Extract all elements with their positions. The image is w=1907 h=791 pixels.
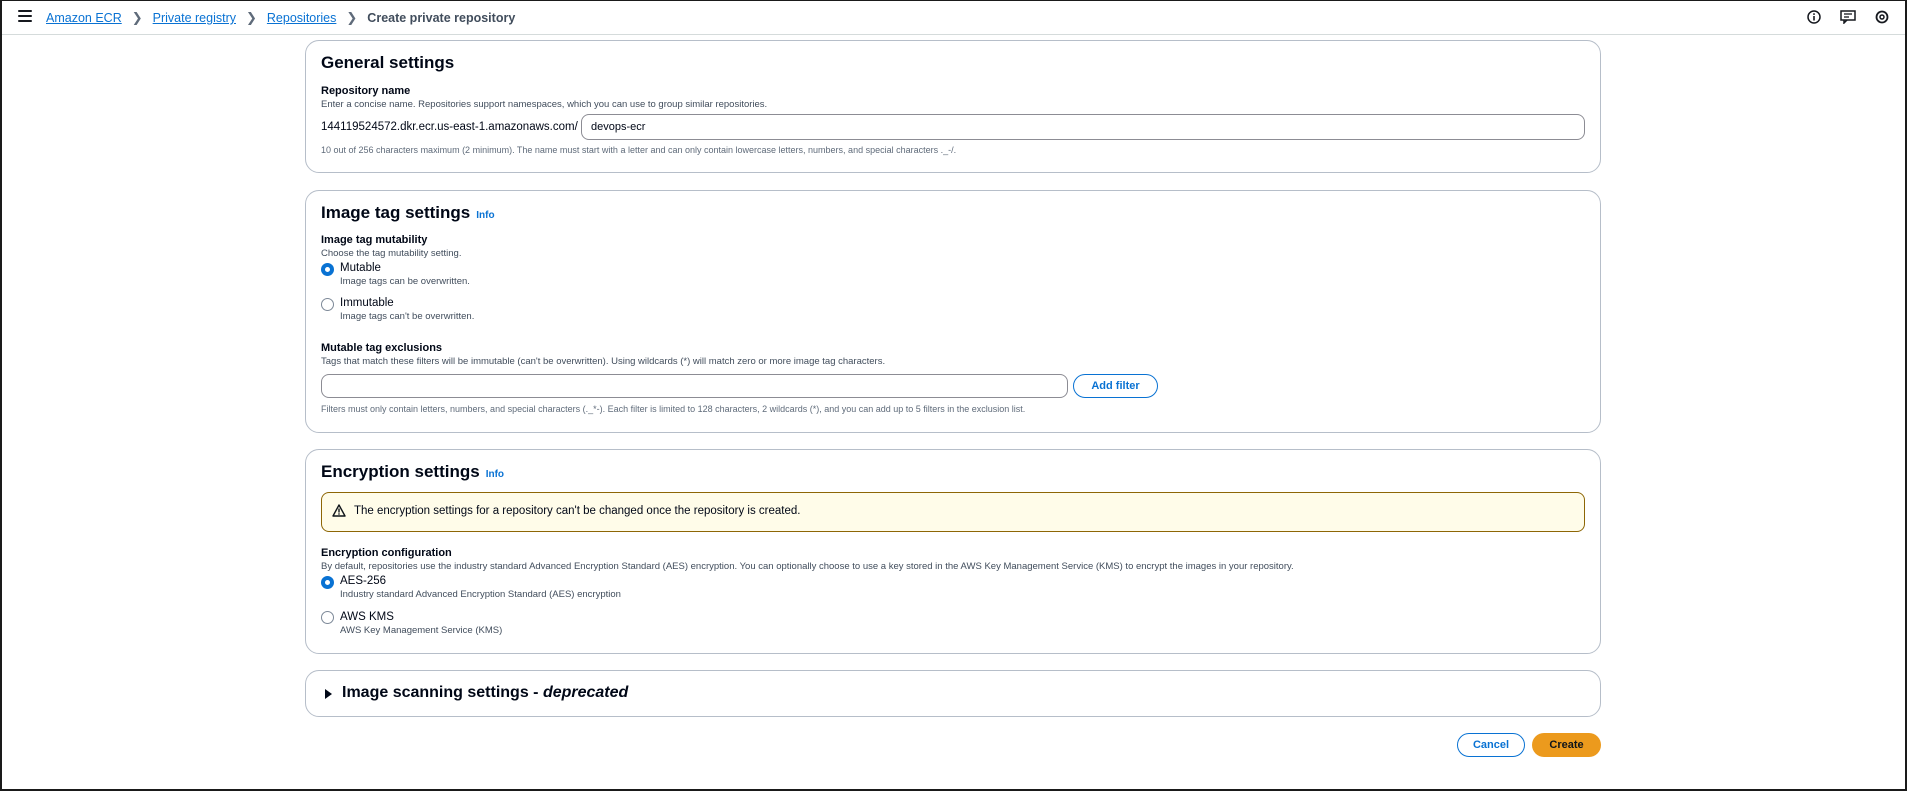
breadcrumb-repositories[interactable]: Repositories (267, 11, 336, 25)
mutable-description: Image tags can be overwritten. (340, 276, 470, 287)
tag-exclusions-description: Tags that match these filters will be im… (321, 356, 886, 367)
image-tag-settings-panel: Image tag settings Info Image tag mutabi… (305, 190, 1601, 433)
aws-kms-label: AWS KMS (340, 611, 394, 623)
caret-right-icon[interactable] (325, 689, 332, 699)
registry-uri-prefix: 144119524572.dkr.ecr.us-east-1.amazonaws… (321, 121, 578, 133)
aes-256-radio[interactable] (321, 576, 334, 589)
add-filter-button[interactable]: Add filter (1073, 374, 1158, 398)
tag-mutability-label: Image tag mutability (321, 234, 428, 246)
breadcrumb-current: Create private repository (367, 11, 516, 25)
repository-name-input[interactable] (581, 114, 1585, 140)
mutable-label: Mutable (340, 262, 381, 274)
image-scanning-title-text: Image scanning settings - (342, 684, 543, 701)
chevron-right-icon: ❯ (131, 10, 143, 25)
tag-filter-input[interactable] (321, 374, 1068, 398)
immutable-description: Image tags can't be overwritten. (340, 311, 475, 322)
encryption-warning-text: The encryption settings for a repository… (354, 505, 801, 517)
breadcrumb-private-registry[interactable]: Private registry (153, 11, 236, 25)
encryption-settings-panel: Encryption settings Info The encryption … (305, 449, 1601, 654)
general-settings-panel: General settings Repository name Enter a… (305, 40, 1601, 173)
aes-256-description: Industry standard Advanced Encryption St… (340, 589, 621, 600)
chevron-right-icon: ❯ (246, 10, 257, 25)
cancel-button[interactable]: Cancel (1457, 733, 1525, 757)
immutable-label: Immutable (340, 297, 394, 309)
immutable-radio[interactable] (321, 298, 334, 311)
image-tag-settings-header: Image tag settings Info (321, 203, 495, 223)
tag-exclusions-label: Mutable tag exclusions (321, 342, 443, 354)
breadcrumb-amazon-ecr[interactable]: Amazon ECR (46, 11, 122, 25)
create-button[interactable]: Create (1532, 733, 1601, 757)
breadcrumb: Amazon ECR ❯ Private registry ❯ Reposito… (46, 10, 515, 26)
deprecated-label: deprecated (542, 684, 629, 701)
image-scanning-panel[interactable]: Image scanning settings - deprecated (305, 670, 1601, 717)
top-navigation-bar: Amazon ECR ❯ Private registry ❯ Reposito… (0, 0, 1907, 35)
chevron-right-icon: ❯ (346, 10, 358, 25)
encryption-info-link[interactable]: Info (486, 469, 504, 480)
general-settings-title: General settings (321, 53, 455, 72)
encryption-settings-header: Encryption settings Info (321, 462, 504, 482)
top-icons (1805, 8, 1891, 26)
feedback-icon[interactable] (1839, 8, 1857, 26)
aws-kms-description: AWS Key Management Service (KMS) (340, 625, 503, 636)
warning-icon (332, 504, 346, 522)
encryption-settings-title: Encryption settings (321, 462, 480, 481)
tag-mutability-description: Choose the tag mutability setting. (321, 248, 462, 259)
settings-icon[interactable] (1873, 8, 1891, 26)
aes-256-label: AES-256 (340, 575, 387, 587)
aws-kms-radio[interactable] (321, 611, 334, 624)
menu-icon[interactable] (18, 10, 32, 22)
encryption-config-description: By default, repositories use the industr… (321, 561, 1294, 572)
repository-name-constraint: 10 out of 256 characters maximum (2 mini… (321, 145, 957, 155)
image-tag-settings-title: Image tag settings (321, 203, 471, 222)
encryption-warning-alert: The encryption settings for a repository… (321, 492, 1585, 532)
repository-name-description: Enter a concise name. Repositories suppo… (321, 99, 768, 110)
image-tag-info-link[interactable]: Info (476, 210, 494, 221)
info-icon[interactable] (1805, 8, 1823, 26)
repository-name-label: Repository name (321, 85, 411, 97)
encryption-config-label: Encryption configuration (321, 547, 452, 559)
image-scanning-title[interactable]: Image scanning settings - deprecated (342, 684, 628, 702)
mutable-radio[interactable] (321, 263, 334, 276)
filter-constraint: Filters must only contain letters, numbe… (321, 404, 1026, 414)
